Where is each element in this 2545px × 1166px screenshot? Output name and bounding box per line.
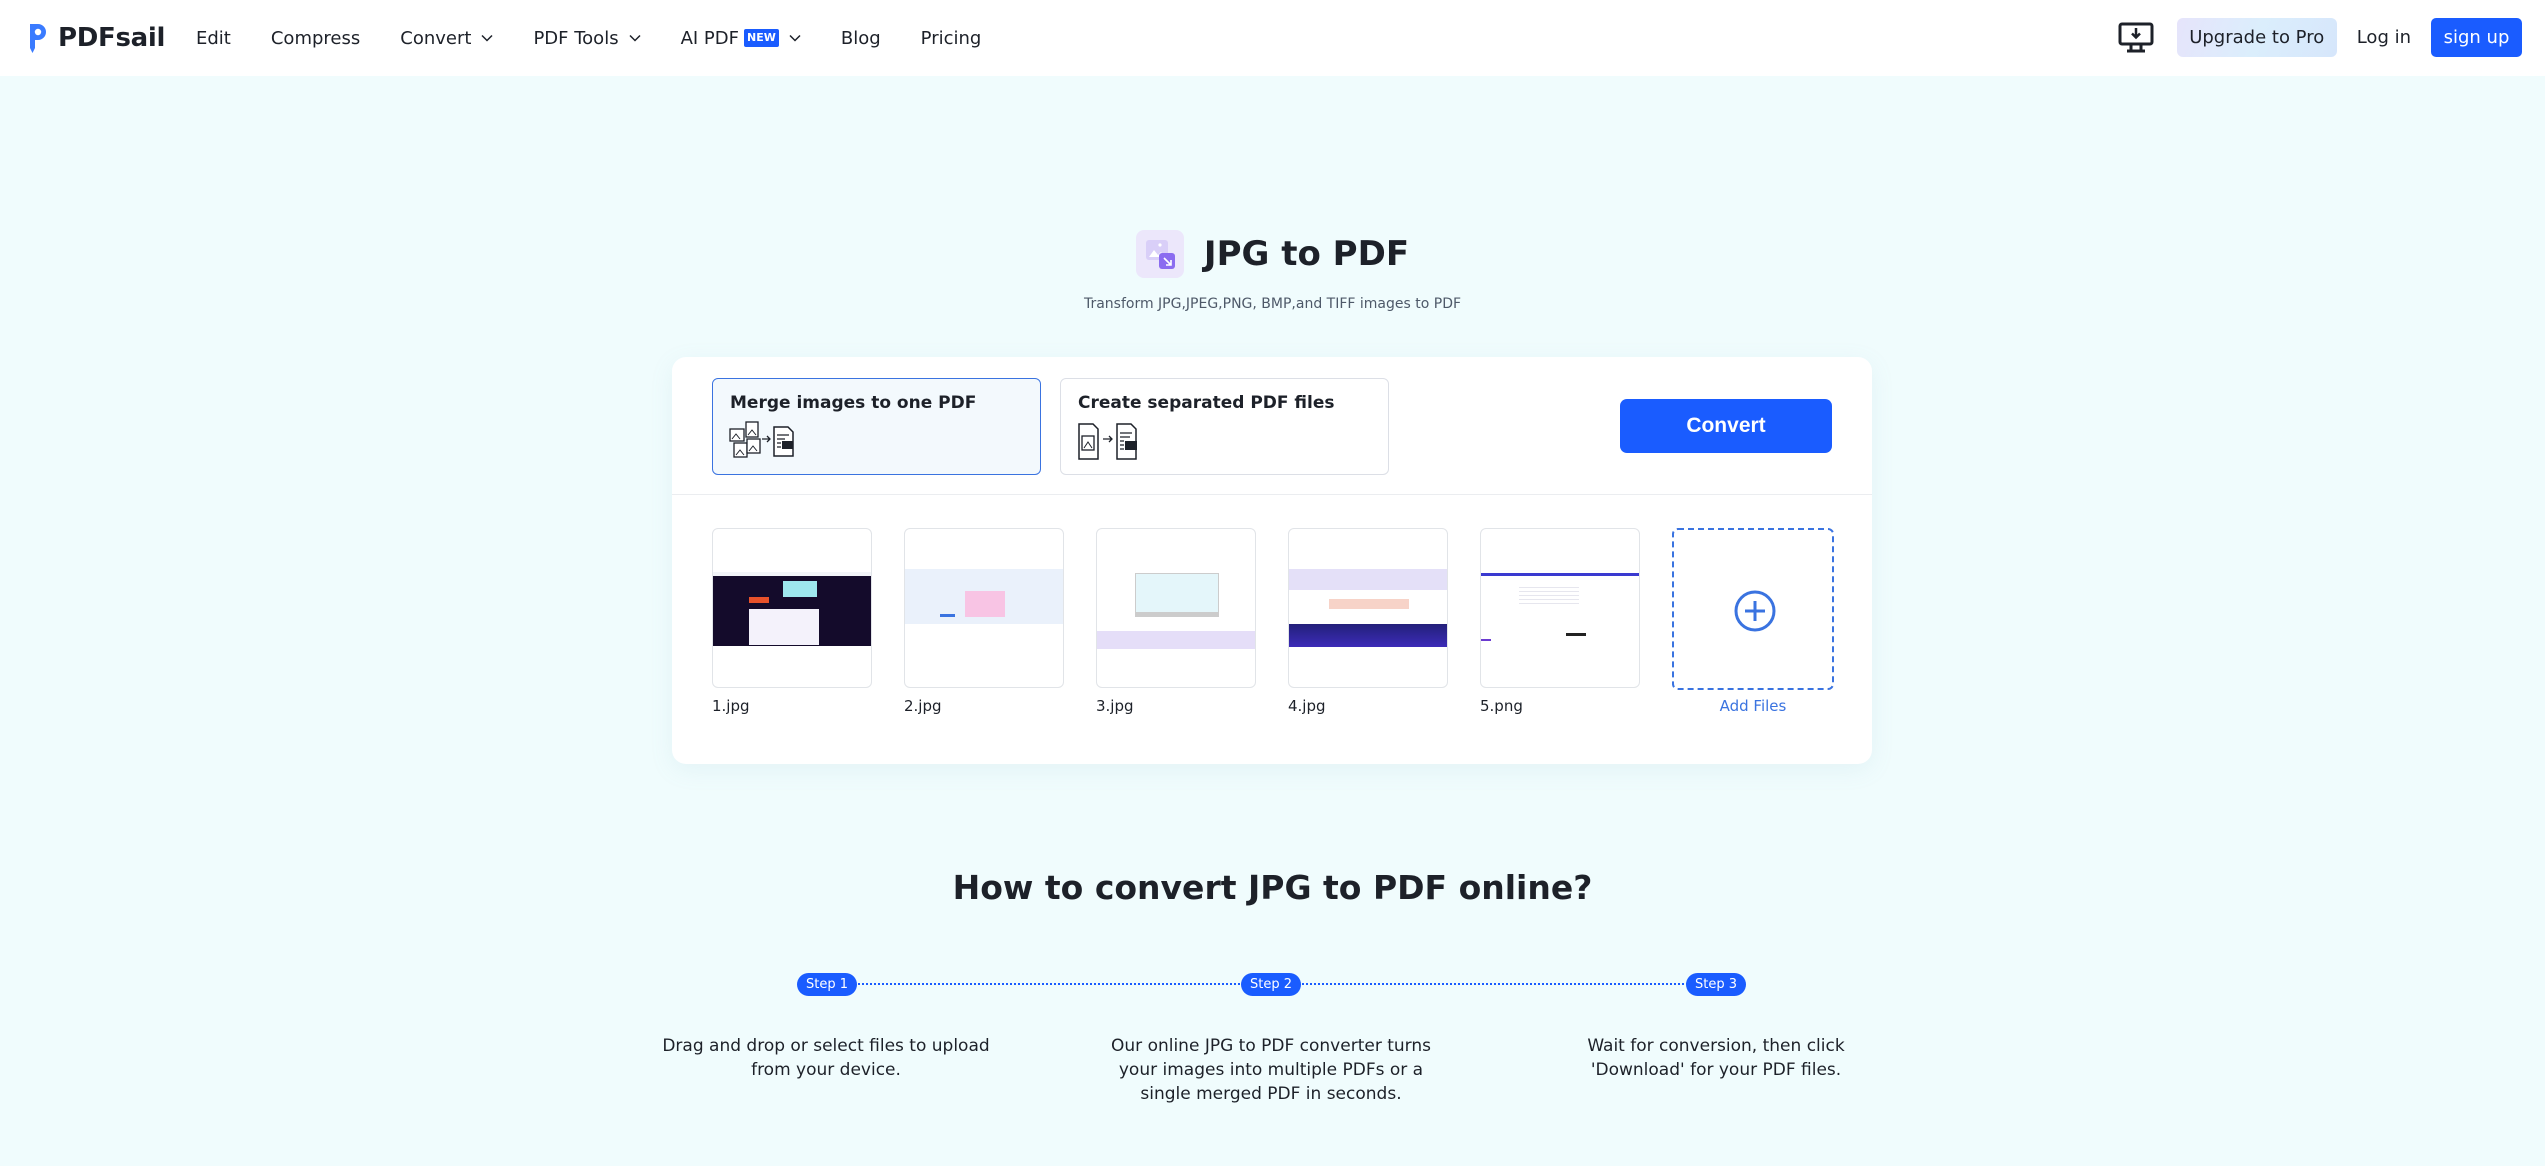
file-item: 4.jpg [1288,528,1448,715]
nav-compress[interactable]: Compress [271,28,360,49]
logo-text: PDFsail [58,23,166,53]
login-button[interactable]: Log in [2357,27,2411,48]
file-thumbnail[interactable] [1096,528,1256,688]
nav-edit-label: Edit [196,27,231,49]
top-navbar: PDFsail Edit Compress Convert PDF Tools … [0,0,2545,76]
main-nav: Edit Compress Convert PDF Tools AI PDF N… [196,0,1021,76]
separate-option-label: Create separated PDF files [1078,393,1335,413]
separate-pdf-icon [1078,423,1137,460]
add-files-link[interactable]: Add Files [1672,697,1834,715]
chevron-down-icon [629,34,641,42]
new-badge: NEW [744,29,779,47]
panel-divider [672,494,1872,495]
image-convert-icon [1135,230,1184,278]
nav-pricing[interactable]: Pricing [921,28,982,49]
nav-ai-pdf-label: AI PDF [680,27,739,49]
logo[interactable]: PDFsail [25,20,165,56]
pdfsail-logo-icon [30,24,46,53]
nav-pdf-tools-label: PDF Tools [533,27,619,49]
header-actions: Upgrade to Pro Log in sign up [2118,18,2522,57]
nav-pricing-label: Pricing [920,27,982,49]
nav-blog-label: Blog [840,27,881,49]
add-files-dropzone[interactable] [1672,528,1834,690]
step-description-3: Wait for conversion, then click 'Downloa… [1587,1036,1845,1080]
file-name: 5.png [1480,697,1523,715]
file-thumbnail[interactable] [1288,528,1448,688]
nav-convert-label: Convert [400,27,472,49]
merge-option-card[interactable]: Merge images to one PDF [712,378,1041,475]
convert-button[interactable]: Convert [1620,399,1832,453]
file-thumbnail[interactable] [904,528,1064,688]
page-subtitle: Transform JPG,JPEG,PNG, BMP,and TIFF ima… [1083,296,1462,312]
file-name: 2.jpg [904,697,942,715]
file-name: 1.jpg [712,697,750,715]
page-title: JPG to PDF [1203,234,1410,274]
chevron-down-icon [481,34,493,42]
upgrade-to-pro-button[interactable]: Upgrade to Pro [2176,18,2337,57]
chevron-down-icon [789,34,801,42]
merge-images-icon [729,421,794,458]
file-item: 5.png [1480,528,1640,715]
nav-compress-label: Compress [270,27,361,49]
converter-panel: Merge images to one PDF Create separated… [672,357,1872,764]
nav-blog[interactable]: Blog [841,28,881,49]
file-item: 2.jpg [904,528,1064,715]
file-thumbnail[interactable] [1480,528,1640,688]
file-name: 4.jpg [1288,697,1326,715]
signup-button[interactable]: sign up [2431,18,2522,57]
separate-option-card[interactable]: Create separated PDF files [1060,378,1389,475]
step-badge-2: Step 2 [1241,973,1301,996]
step-badge-1: Step 1 [797,973,857,996]
nav-pdf-tools[interactable]: PDF Tools [533,27,641,49]
file-item: 3.jpg [1096,528,1256,715]
nav-ai-pdf[interactable]: AI PDF NEW [681,28,801,49]
nav-convert[interactable]: Convert [400,28,493,49]
step-description-1: Drag and drop or select files to upload … [662,1036,990,1080]
merge-option-label: Merge images to one PDF [730,393,977,413]
step-description-2: Our online JPG to PDF converter turns yo… [1111,1036,1431,1104]
file-name: 3.jpg [1096,697,1134,715]
step-badge-3: Step 3 [1686,973,1746,996]
howto-title: How to convert JPG to PDF online? [952,868,1593,907]
file-item: 1.jpg [712,528,872,715]
nav-edit[interactable]: Edit [196,28,231,49]
desktop-download-icon[interactable] [2118,22,2154,54]
plus-circle-icon [1734,590,1776,632]
hero-title-row: JPG to PDF [0,230,2545,278]
file-thumbnail[interactable] [712,528,872,688]
